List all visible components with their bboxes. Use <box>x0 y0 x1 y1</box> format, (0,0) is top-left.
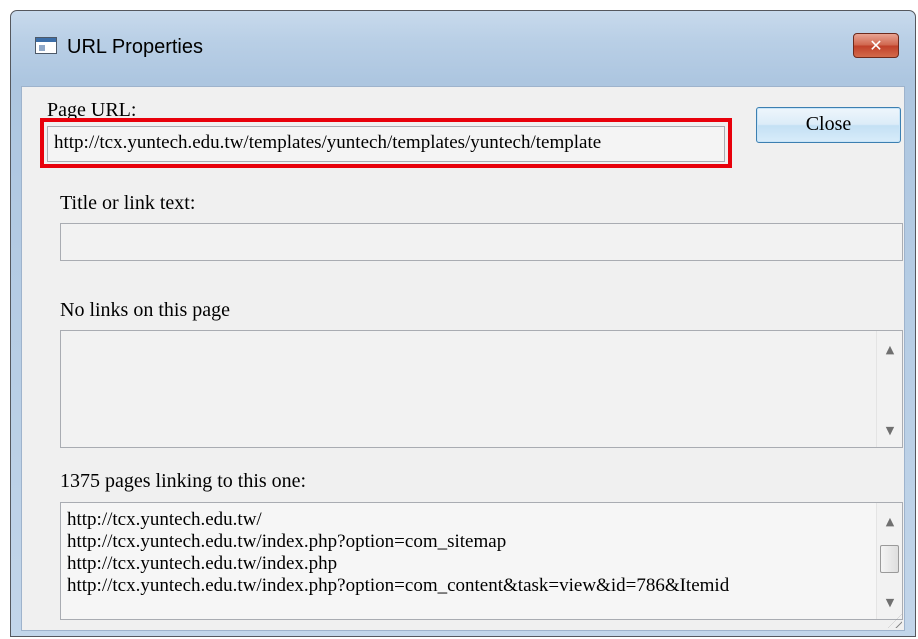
scroll-up-icon[interactable]: ▲ <box>877 515 902 528</box>
page-url-label: Page URL: <box>47 99 137 121</box>
title-bar[interactable]: URL Properties ✕ <box>11 11 915 81</box>
list-item[interactable]: http://tcx.yuntech.edu.tw/ <box>67 509 874 531</box>
window-icon <box>35 37 57 54</box>
scroll-down-icon[interactable]: ▼ <box>877 596 902 609</box>
close-button[interactable]: Close <box>756 107 901 143</box>
incoming-links-label: 1375 pages linking to this one: <box>60 470 307 492</box>
url-properties-window: URL Properties ✕ Page URL: http://tcx.yu… <box>10 10 916 637</box>
scroll-up-icon[interactable]: ▲ <box>877 343 902 356</box>
list-item[interactable]: http://tcx.yuntech.edu.tw/index.php?opti… <box>67 575 874 597</box>
outgoing-scrollbar[interactable]: ▲ ▼ <box>876 331 902 447</box>
dialog-body: Page URL: http://tcx.yuntech.edu.tw/temp… <box>21 86 905 631</box>
outgoing-links-label: No links on this page <box>60 299 230 321</box>
incoming-links-lines: http://tcx.yuntech.edu.tw/ http://tcx.yu… <box>67 509 874 597</box>
incoming-scrollbar[interactable]: ▲ ▼ <box>876 503 902 619</box>
list-item[interactable]: http://tcx.yuntech.edu.tw/index.php?opti… <box>67 531 874 553</box>
scroll-thumb[interactable] <box>880 545 899 573</box>
incoming-links-list[interactable]: http://tcx.yuntech.edu.tw/ http://tcx.yu… <box>60 502 903 620</box>
title-label: Title or link text: <box>60 192 196 214</box>
page-url-field[interactable]: http://tcx.yuntech.edu.tw/templates/yunt… <box>47 126 725 162</box>
scroll-down-icon[interactable]: ▼ <box>877 424 902 437</box>
list-item[interactable]: http://tcx.yuntech.edu.tw/index.php <box>67 553 874 575</box>
outgoing-links-list[interactable]: ▲ ▼ <box>60 330 903 448</box>
title-field[interactable] <box>60 223 903 261</box>
window-title: URL Properties <box>67 36 203 58</box>
close-window-icon[interactable]: ✕ <box>853 33 899 58</box>
